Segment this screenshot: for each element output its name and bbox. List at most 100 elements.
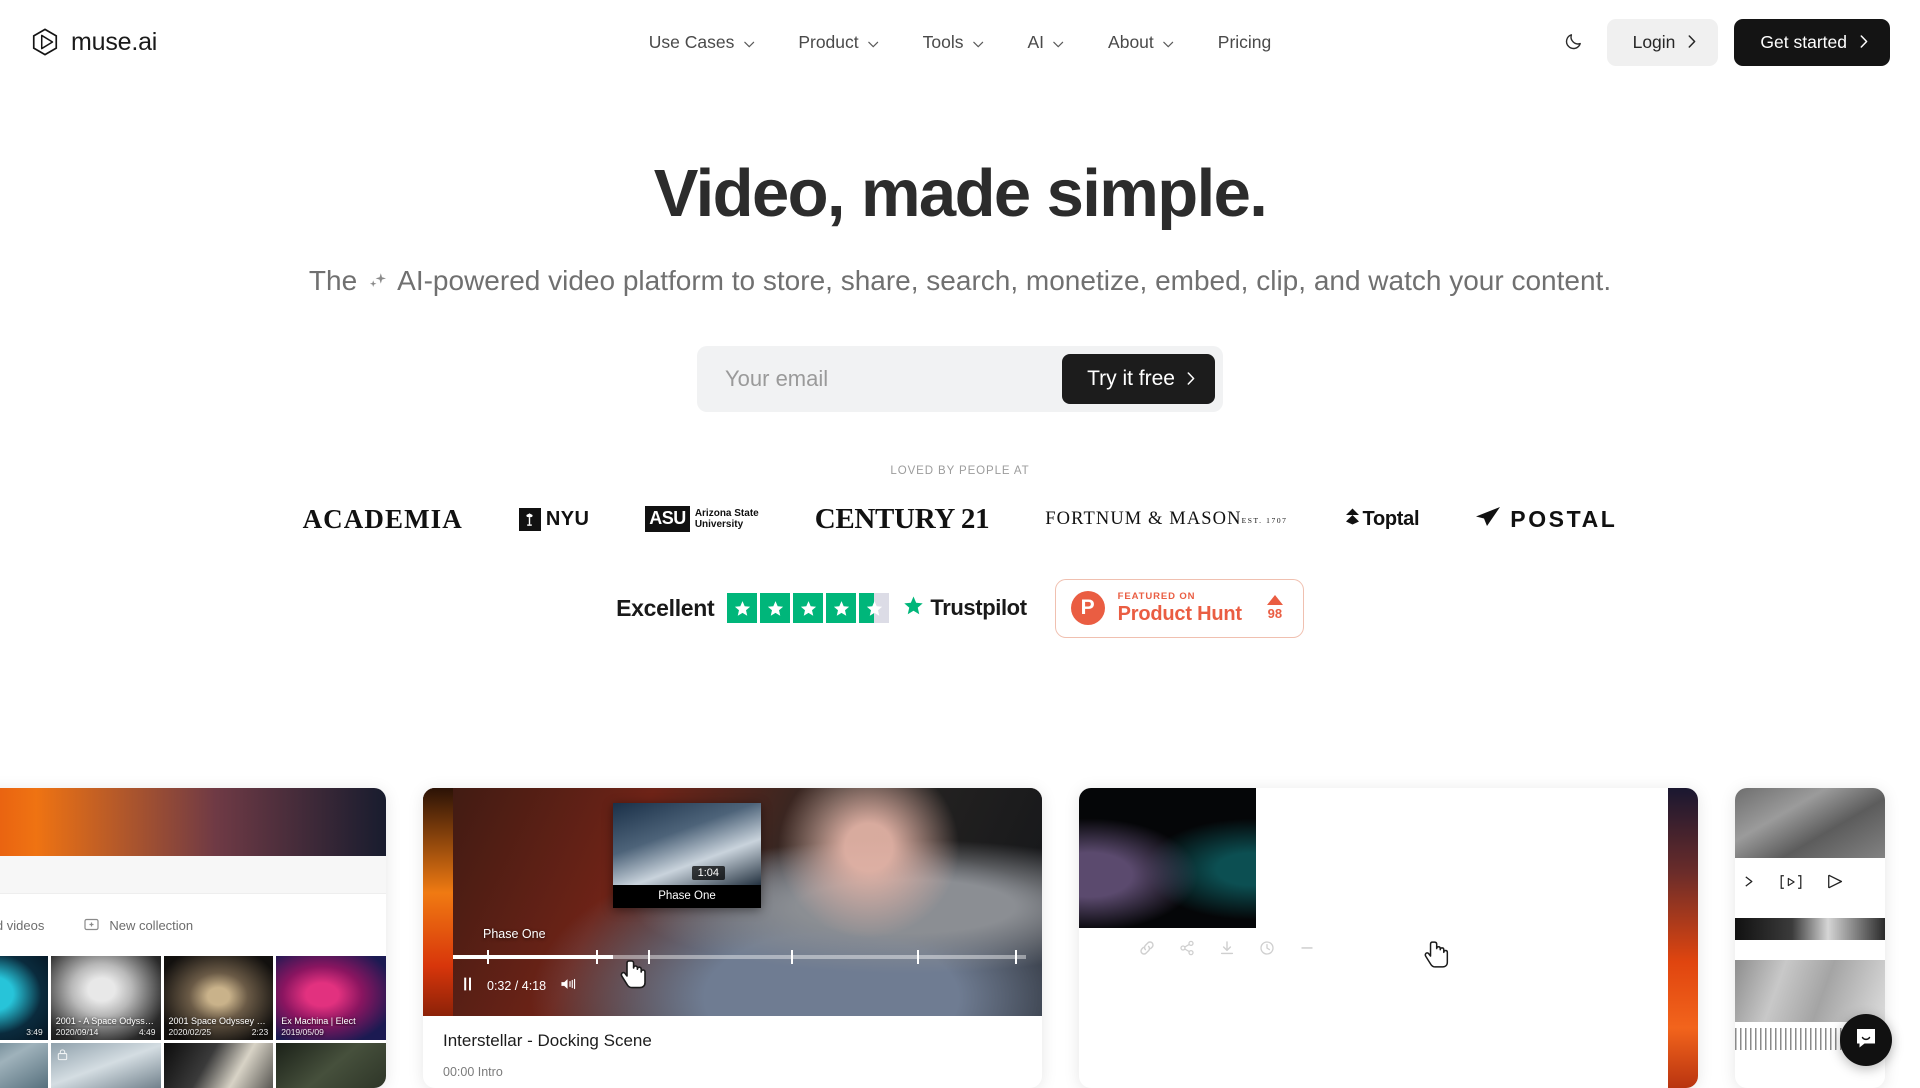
- asu-full-name: Arizona State University: [695, 508, 759, 530]
- hero-section: Video, made simple. The AI-powered video…: [0, 0, 1920, 638]
- nyu-torch-icon: [519, 508, 541, 531]
- clock-icon[interactable]: [1259, 940, 1275, 961]
- thumbnail-bottom: 2020/02/25 2:23: [169, 1027, 269, 1037]
- nav-item-label: Product: [798, 32, 858, 53]
- add-videos-button[interactable]: Add videos: [0, 917, 44, 934]
- showcase-card-row: ideos Add videos New collection: [0, 788, 1920, 1088]
- login-label: Login: [1633, 32, 1676, 53]
- nav-actions: Login Get started: [1557, 19, 1890, 66]
- trustpilot-rating-word: Excellent: [616, 595, 714, 622]
- video-thumbnail-grid: eams R... 3:49 2001 - A Space Odyssey | …: [0, 956, 386, 1088]
- video-thumbnail[interactable]: eams R... 3:49: [0, 956, 48, 1040]
- brand-logo[interactable]: muse.ai: [30, 27, 157, 57]
- thumbnail-duration: 2:23: [252, 1027, 269, 1037]
- upvote-count: 98: [1268, 606, 1282, 621]
- star-icon: [760, 593, 790, 623]
- nav-item-about[interactable]: About: [1086, 24, 1196, 61]
- review-badges: Excellent Trustpilot P FEATURED ON Produ…: [0, 579, 1920, 638]
- postal-label: POSTAL: [1510, 506, 1617, 533]
- logo-toptal: Toptal: [1344, 507, 1420, 531]
- link-icon[interactable]: [1139, 940, 1155, 961]
- fortnum-name: FORTNUM & MASON: [1045, 509, 1241, 530]
- embed-video-preview[interactable]: [1079, 788, 1256, 928]
- video-thumbnail[interactable]: HAL 9000 Interview: [164, 1043, 274, 1088]
- play-outline-icon[interactable]: [1826, 873, 1846, 895]
- video-thumbnail[interactable]: eams Rev...: [0, 1043, 48, 1088]
- more-icon[interactable]: [1299, 940, 1315, 961]
- new-collection-label: New collection: [109, 918, 193, 933]
- download-icon[interactable]: [1219, 940, 1235, 961]
- chapter-marker: [596, 950, 598, 964]
- video-thumbnail[interactable]: 2001 - A Space Odyssey | E 2020/09/14 4:…: [51, 956, 161, 1040]
- new-collection-button[interactable]: New collection: [84, 917, 193, 934]
- thumbnail-bottom: 3:49: [0, 1027, 43, 1037]
- product-hunt-badge[interactable]: P FEATURED ON Product Hunt 98: [1055, 579, 1304, 638]
- clip-preview-image-2: [1735, 960, 1885, 1022]
- thumbnail-bottom: 2019/05/09: [281, 1027, 381, 1037]
- clip-filmstrip: [1735, 918, 1885, 940]
- logo-century21: CENTURY 21: [815, 503, 990, 536]
- video-title: Interstellar - Docking Scene: [443, 1031, 1022, 1051]
- video-player[interactable]: Phase One 1:04 Phase One: [423, 788, 1042, 1016]
- thumbnail-duration: 3:49: [26, 1027, 43, 1037]
- page-title: Video, made simple.: [0, 155, 1920, 232]
- chevron-down-icon: [1053, 32, 1064, 53]
- lock-icon: [56, 1048, 69, 1061]
- seek-preview-chapter: Phase One: [613, 885, 761, 908]
- chevron-right-icon: [1688, 32, 1696, 53]
- chat-widget-button[interactable]: [1840, 1014, 1892, 1066]
- product-hunt-name: Product Hunt: [1118, 603, 1242, 626]
- video-thumbnail[interactable]: Ex Machina | Elect 2019/05/09: [276, 956, 386, 1040]
- nav-item-ai[interactable]: AI: [1005, 24, 1086, 61]
- showcase-card-player[interactable]: Phase One 1:04 Phase One: [423, 788, 1042, 1088]
- chat-bubble-icon: [1853, 1025, 1879, 1056]
- fortnum-established: EST. 1707: [1242, 516, 1288, 525]
- top-navigation-bar: muse.ai Use Cases Product Tools AI: [0, 0, 1920, 84]
- brand-name: muse.ai: [71, 28, 157, 57]
- chapter-marker: [791, 950, 793, 964]
- nav-item-use-cases[interactable]: Use Cases: [627, 24, 777, 61]
- video-thumbnail[interactable]: Interstellar - Millers Planet: [51, 1043, 161, 1088]
- nav-item-tools[interactable]: Tools: [901, 24, 1006, 61]
- player-controls: 0:32 / 4:18: [463, 977, 577, 994]
- logo-postal: POSTAL: [1475, 506, 1617, 533]
- thumbnail-meta: 2001 - A Space Odyssey | E 2020/09/14 4:…: [56, 1016, 156, 1037]
- clip-preview-image: [1735, 788, 1885, 858]
- theme-toggle-button[interactable]: [1557, 25, 1591, 59]
- login-button[interactable]: Login: [1607, 19, 1719, 66]
- hexagon-play-icon: [30, 27, 60, 57]
- thumbnail-meta: 2001 Space Odyssey - Trailer 2020/02/25 …: [169, 1016, 269, 1037]
- star-icon: [727, 593, 757, 623]
- trustpilot-star-icon: [902, 594, 925, 622]
- video-thumbnail[interactable]: Blade Runner - M: [276, 1043, 386, 1088]
- product-hunt-upvote[interactable]: 98: [1267, 595, 1283, 621]
- play-next-icon[interactable]: [1743, 875, 1756, 893]
- nav-item-label: About: [1108, 32, 1154, 53]
- video-thumbnail[interactable]: 2001 Space Odyssey - Trailer 2020/02/25 …: [164, 956, 274, 1040]
- chevron-right-icon: [1860, 32, 1868, 53]
- toptal-diamond-icon: [1344, 507, 1361, 531]
- try-it-free-button[interactable]: Try it free: [1062, 354, 1215, 404]
- logo-academia: ACADEMIA: [303, 504, 463, 535]
- time-display: 0:32 / 4:18: [487, 979, 546, 993]
- email-field[interactable]: [725, 366, 1062, 392]
- get-started-label: Get started: [1760, 32, 1847, 53]
- clip-playback-icons: [1735, 858, 1885, 910]
- mouse-cursor: [620, 959, 650, 1000]
- volume-icon[interactable]: [560, 977, 577, 994]
- showcase-card-library[interactable]: ideos Add videos New collection: [0, 788, 386, 1088]
- showcase-card-embed[interactable]: [1079, 788, 1698, 1088]
- chapter-marker: [917, 950, 919, 964]
- seek-preview-time: 1:04: [692, 866, 725, 880]
- share-icon[interactable]: [1179, 940, 1195, 961]
- trustpilot-badge[interactable]: Excellent Trustpilot: [616, 593, 1027, 623]
- trustpilot-logo: Trustpilot: [902, 594, 1026, 622]
- nav-item-pricing[interactable]: Pricing: [1196, 24, 1294, 61]
- get-started-button[interactable]: Get started: [1734, 19, 1890, 66]
- nav-item-product[interactable]: Product: [776, 24, 900, 61]
- thumbnail-meta: Ex Machina | Elect 2019/05/09: [281, 1016, 381, 1037]
- frame-play-icon[interactable]: [1779, 874, 1803, 895]
- paper-plane-icon: [1475, 506, 1501, 532]
- seek-bar[interactable]: [453, 955, 1026, 959]
- pause-icon[interactable]: [463, 977, 473, 994]
